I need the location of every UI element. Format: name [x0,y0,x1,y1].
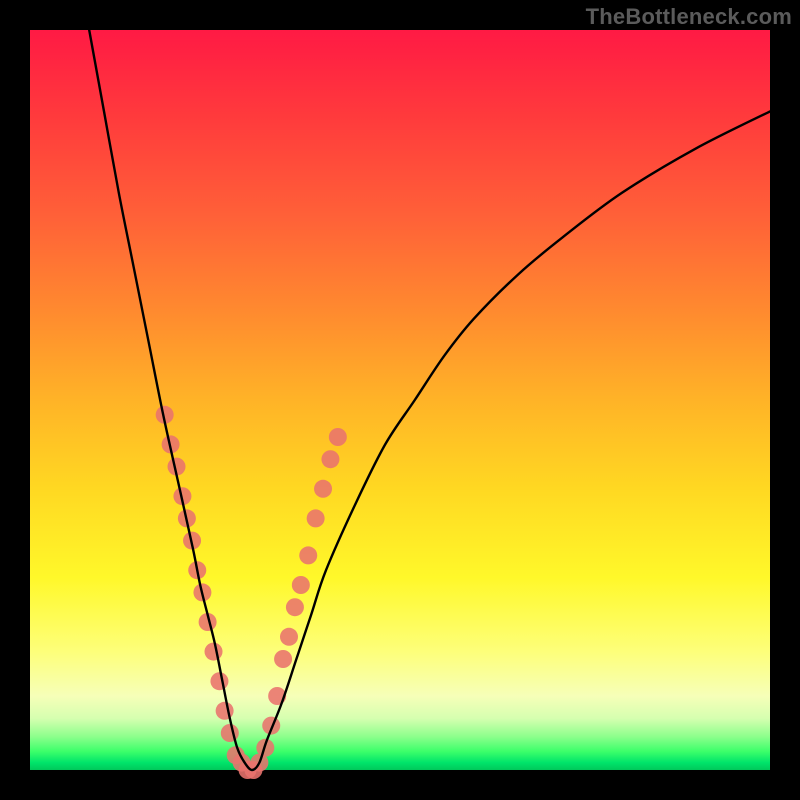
marker-dot [221,724,239,742]
marker-dot [274,650,292,668]
watermark-text: TheBottleneck.com [586,4,792,30]
chart-svg [30,30,770,770]
marker-dot [299,546,317,564]
marker-dot [307,509,325,527]
marker-dot [314,480,332,498]
marker-dot [321,450,339,468]
bottleneck-curve [89,30,770,770]
marker-dot [280,628,298,646]
plot-area [30,30,770,770]
marker-dot [329,428,347,446]
marker-dot [286,598,304,616]
marker-dot [205,643,223,661]
marker-dot [292,576,310,594]
chart-frame: TheBottleneck.com [0,0,800,800]
marker-dot [216,702,234,720]
marker-dot [210,672,228,690]
